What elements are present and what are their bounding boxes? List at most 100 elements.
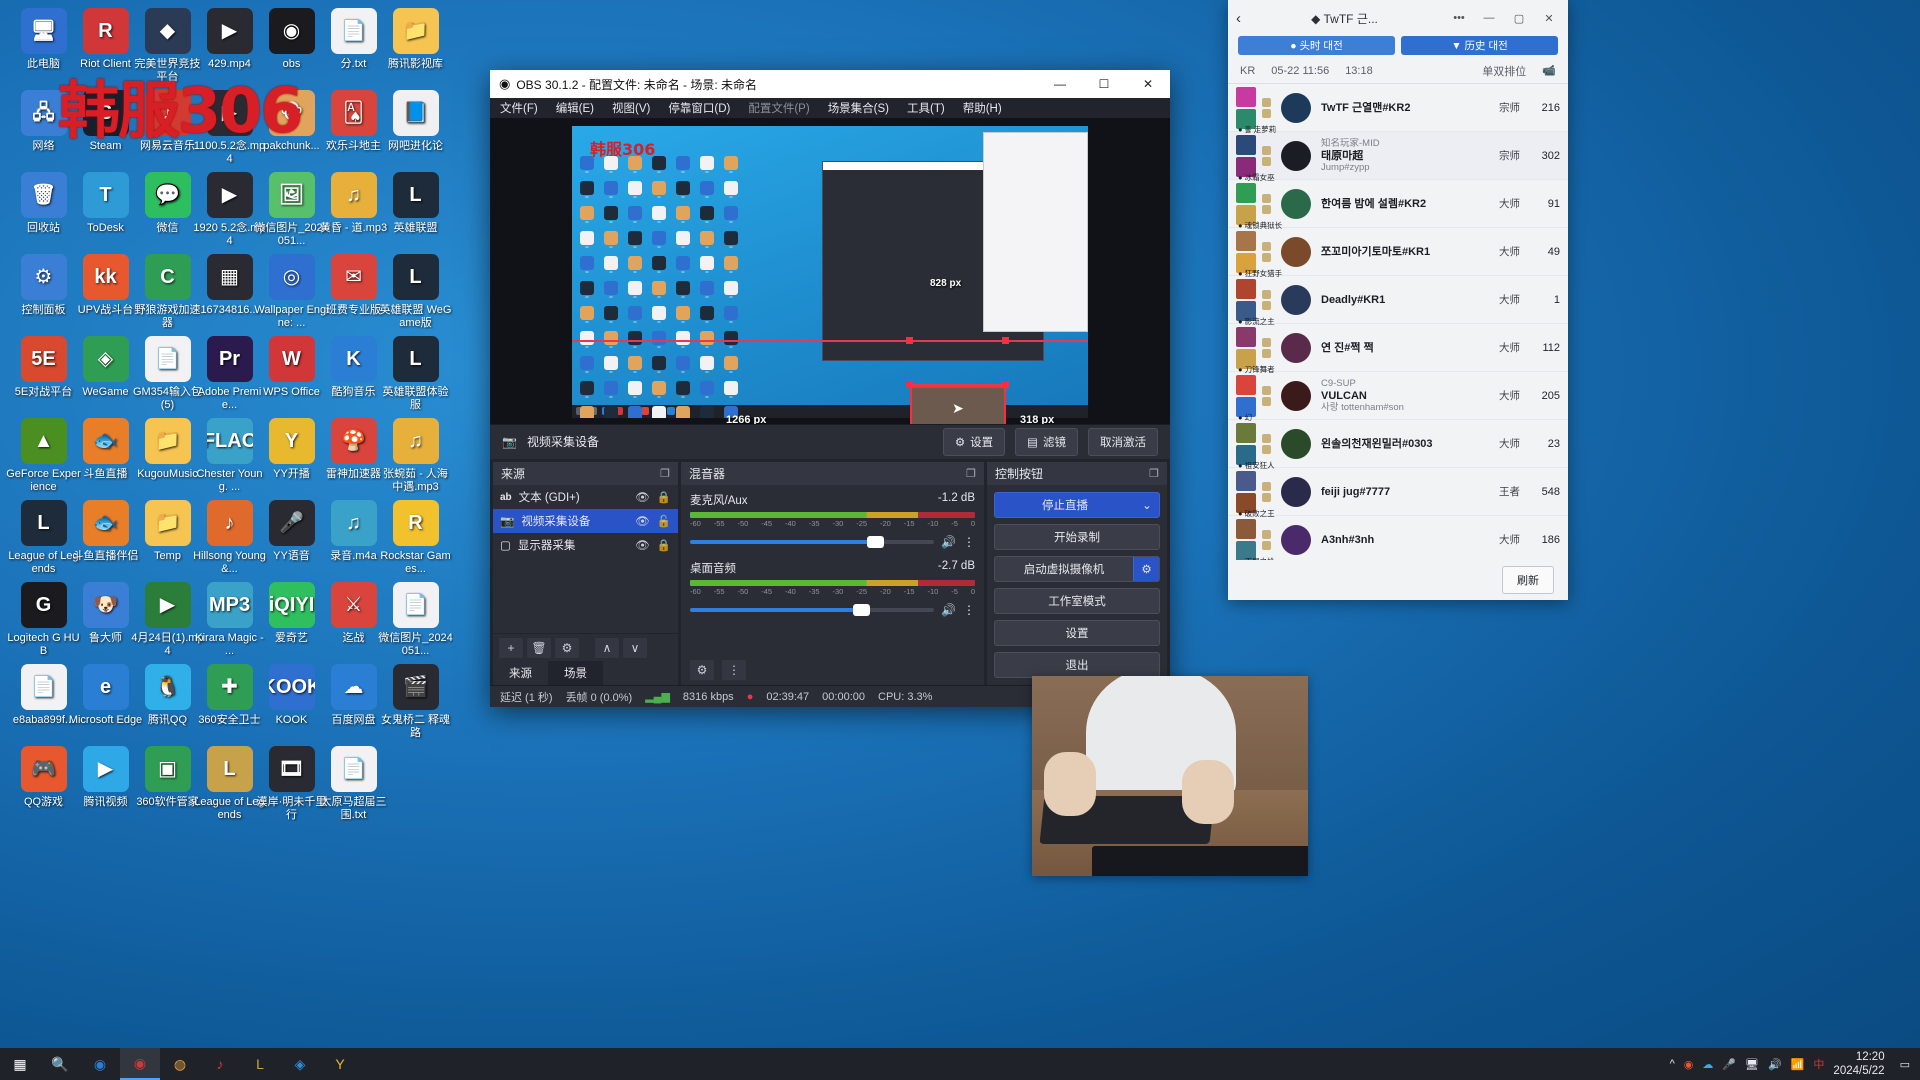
source-deactivate-button[interactable]: 取消激活 — [1088, 427, 1158, 456]
tray-cloud-icon[interactable]: ☁ — [1702, 1058, 1713, 1071]
player-row[interactable]: Deadly#KR1 大师 1 — [1228, 276, 1568, 324]
player-row[interactable]: A3nh#3nh 大师 186 — [1228, 516, 1568, 560]
slider-track[interactable] — [690, 536, 935, 549]
tray-ime-icon[interactable]: 中 — [1813, 1056, 1824, 1072]
mixer-volume-slider-desktop[interactable]: 🔊 ⋮ — [690, 601, 975, 619]
advanced-audio-properties-button[interactable]: ⚙ — [690, 660, 714, 681]
eye-icon[interactable]: 👁 — [635, 514, 650, 528]
selection-handle-tr[interactable] — [1002, 336, 1009, 344]
mixer-menu-icon[interactable]: ⋮ — [963, 603, 975, 617]
obs-preview-canvas[interactable]: 韩服306 ••• ••• ••• ••• ••• ••• ••• ••• ••• ••• ••• •… — [490, 117, 1170, 424]
chevron-down-icon[interactable]: ⌄ — [1135, 498, 1159, 512]
obs-close-button[interactable]: ✕ — [1126, 70, 1170, 98]
menu-item-profile[interactable]: 配置文件(P) — [748, 100, 809, 116]
mixer-more-options-button[interactable]: ⋮ — [722, 660, 746, 681]
slider-track[interactable] — [690, 604, 935, 617]
desktop-icon[interactable]: R Rockstar Games... — [378, 500, 453, 575]
player-row[interactable]: C9-SUP VULCAN 사랑 tottenham#son 大师 205 — [1228, 372, 1568, 420]
mixer-volume-slider-mic[interactable]: 🔊 ⋮ — [690, 533, 975, 551]
menu-item-tools[interactable]: 工具(T) — [907, 100, 945, 116]
menu-item-help[interactable]: 帮助(H) — [963, 100, 1002, 116]
menu-item-edit[interactable]: 编辑(E) — [556, 100, 594, 116]
refresh-button[interactable]: 刷新 — [1502, 566, 1554, 594]
yy-icon[interactable]: Y — [320, 1048, 360, 1080]
start-recording-button[interactable]: 开始录制 — [994, 524, 1160, 551]
desktop-icon[interactable]: L 英雄联盟体验服 — [378, 336, 453, 411]
mixer-menu-icon[interactable]: ⋮ — [963, 535, 975, 549]
tray-chat-icon[interactable]: ◉ — [1684, 1058, 1694, 1071]
eye-icon[interactable]: 👁 — [635, 490, 650, 504]
player-row[interactable]: feiji jug#7777 王者 548 — [1228, 468, 1568, 516]
notification-center-icon[interactable]: ▭ — [1900, 1058, 1910, 1071]
tab-scenes[interactable]: 场景 — [548, 661, 603, 686]
game-panel-close-button[interactable]: ✕ — [1538, 12, 1560, 25]
speaker-icon[interactable]: 🔊 — [941, 603, 956, 617]
desktop-icon[interactable]: 🎬 女鬼桥二 释魂路 — [378, 664, 453, 739]
popout-icon[interactable]: ❐ — [966, 467, 976, 480]
chevron-left-icon[interactable]: ‹ — [1236, 10, 1241, 27]
move-source-down-button[interactable]: ∨ — [623, 637, 647, 658]
exit-button[interactable]: 退出 — [994, 652, 1160, 679]
edge-icon[interactable]: ◉ — [80, 1048, 120, 1080]
more-options-button[interactable]: ••• — [1448, 12, 1470, 24]
menu-item-scene-collection[interactable]: 场景集合(S) — [828, 100, 889, 116]
menu-item-view[interactable]: 视图(V) — [612, 100, 650, 116]
lock-icon[interactable]: 🔒 — [657, 490, 671, 504]
start-icon[interactable]: ▦ — [0, 1048, 40, 1080]
desktop-icon[interactable]: 📘 网吧进化论 — [378, 90, 453, 153]
wegame-icon[interactable]: ◈ — [280, 1048, 320, 1080]
source-filters-button[interactable]: ▤ 滤镜 — [1015, 427, 1078, 456]
camera-icon[interactable]: 📹 — [1542, 64, 1556, 77]
speaker-icon[interactable]: 🔊 — [941, 535, 956, 549]
popout-icon[interactable]: ❐ — [1149, 467, 1159, 480]
move-source-up-button[interactable]: ∧ — [595, 637, 619, 658]
desktop-icon[interactable]: 📄 微信图片_2024051... — [378, 582, 453, 657]
player-row[interactable]: 왼솔의천재왼밀러#0303 大师 23 — [1228, 420, 1568, 468]
obs-icon[interactable]: ◉ — [120, 1048, 160, 1080]
tab-live-match[interactable]: ● 头时 대전 — [1238, 36, 1395, 55]
player-row[interactable]: 연 진#쩍 쩍 大师 112 — [1228, 324, 1568, 372]
desktop-icon[interactable]: ♫ 张蜿茹 - 人海中遇.mp3 — [378, 418, 453, 493]
game-panel-maximize-button[interactable]: ▢ — [1508, 12, 1530, 25]
selection-handle-tl[interactable] — [906, 336, 913, 344]
desktop-icon[interactable]: L 英雄联盟 WeGame版 — [378, 254, 453, 329]
chrome-icon[interactable]: ◍ — [160, 1048, 200, 1080]
search-icon[interactable]: 🔍 — [40, 1048, 80, 1080]
tray-monitor-icon[interactable]: 🖥 — [1745, 1058, 1759, 1071]
player-row[interactable]: TwTF 근열맨#KR2 宗师 216 — [1228, 84, 1568, 132]
popout-icon[interactable]: ❐ — [660, 467, 670, 480]
slider-knob[interactable] — [867, 536, 885, 549]
lock-icon[interactable]: 🔒 — [657, 538, 671, 552]
tray-volume-icon[interactable]: 🔊 — [1768, 1058, 1782, 1071]
lol-icon[interactable]: L — [240, 1048, 280, 1080]
source-properties-button[interactable]: ⚙ — [555, 637, 579, 658]
start-virtual-camera-button[interactable]: 启动虚拟摄像机 ⚙ — [994, 556, 1160, 583]
player-row[interactable]: 知名玩家-MID 태原마超 Jump#zypp 宗师 302 — [1228, 132, 1568, 180]
source-settings-button[interactable]: ⚙ 设置 — [942, 427, 1006, 456]
taskbar-clock[interactable]: 12:20 2024/5/22 — [1833, 1050, 1890, 1078]
studio-mode-button[interactable]: 工作室模式 — [994, 588, 1160, 615]
desktop-icon[interactable]: L 英雄联盟 — [378, 172, 453, 235]
obs-maximize-button[interactable]: ☐ — [1082, 70, 1126, 98]
desktop-icon[interactable]: 📄 太原马超届三围.txt — [316, 746, 391, 821]
source-list-item-video-capture[interactable]: 📷 视频采集设备 👁 🔓 — [493, 509, 678, 534]
tray-mic-icon[interactable]: 🎤 — [1722, 1058, 1736, 1071]
gear-icon[interactable]: ⚙ — [1133, 557, 1159, 582]
netease-icon[interactable]: ♪ — [200, 1048, 240, 1080]
game-panel-minimize-button[interactable]: — — [1478, 12, 1500, 24]
menu-item-file[interactable]: 文件(F) — [500, 100, 538, 116]
slider-knob[interactable] — [852, 604, 870, 617]
unlock-icon[interactable]: 🔓 — [657, 514, 671, 528]
desktop-icon[interactable]: 📁 腾讯影视库 — [378, 8, 453, 71]
settings-button[interactable]: 设置 — [994, 620, 1160, 647]
eye-icon[interactable]: 👁 — [635, 538, 650, 552]
source-list-item-display-capture[interactable]: ▢ 显示器采集 👁 🔒 — [493, 533, 678, 557]
stop-streaming-button[interactable]: 停止直播 ⌄ — [994, 492, 1160, 519]
tab-match-history[interactable]: ▼ 历史 대전 — [1401, 36, 1558, 55]
tab-sources[interactable]: 来源 — [493, 661, 548, 686]
menu-item-docks[interactable]: 停靠窗口(D) — [668, 100, 730, 116]
remove-source-button[interactable]: 🗑 — [527, 637, 551, 658]
source-list-item-text[interactable]: ab 文本 (GDI+) 👁 🔒 — [493, 485, 678, 509]
tray-expand-icon[interactable]: ^ — [1670, 1058, 1675, 1070]
add-source-button[interactable]: + — [499, 637, 523, 658]
